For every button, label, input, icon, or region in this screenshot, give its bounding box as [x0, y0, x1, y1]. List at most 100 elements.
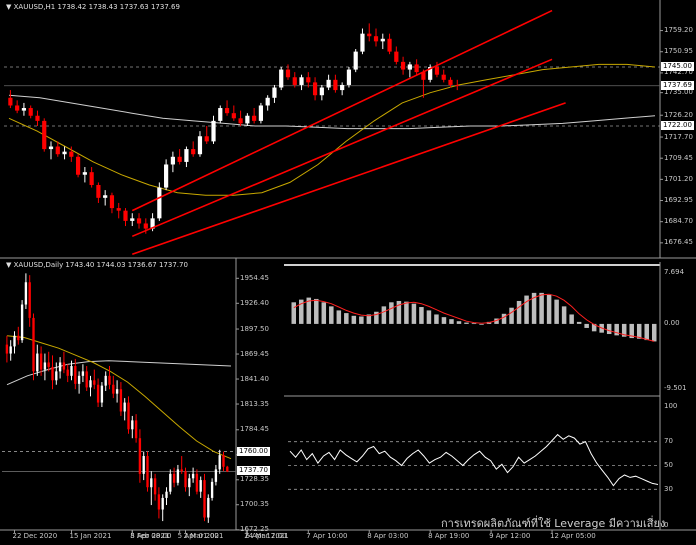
- macd-histogram-bar: [411, 303, 417, 324]
- h1-candle-body: [204, 136, 209, 142]
- h1-candle-body: [434, 67, 440, 75]
- daily-dropdown-icon[interactable]: ▼: [6, 261, 14, 269]
- h1-candle-body: [238, 118, 243, 124]
- rsi-ytick-label: 50: [664, 461, 673, 469]
- h1-candle-body: [130, 218, 135, 221]
- daily-candle-body: [146, 456, 149, 488]
- daily-candle-body: [115, 389, 119, 394]
- macd-histogram-bar: [344, 313, 349, 324]
- macd-histogram-bar: [569, 314, 574, 324]
- daily-candle-body: [77, 375, 81, 384]
- daily-candle-body: [142, 456, 145, 474]
- daily-candle-body: [108, 375, 111, 385]
- daily-candle-body: [51, 366, 54, 381]
- h1-candle-body: [103, 195, 108, 198]
- h1-candle-body: [272, 87, 277, 98]
- macd-histogram-bar: [651, 323, 657, 342]
- h1-xtick-label: 7 Apr 10:00: [306, 532, 348, 540]
- macd-histogram-bar: [471, 323, 477, 325]
- h1-candle-body: [258, 105, 264, 121]
- h1-candle-body: [15, 105, 20, 111]
- h1-ytick-label: 1759.20: [664, 26, 693, 35]
- daily-candle-body: [5, 344, 9, 354]
- h1-xtick-label: 9 Apr 12:00: [489, 532, 531, 540]
- daily-candle-body: [70, 366, 73, 376]
- daily-candle-body: [176, 469, 180, 483]
- h1-ytick-label: 1750.95: [664, 47, 693, 56]
- h1-ytick-label: 1701.20: [664, 174, 693, 183]
- h1-candle-body: [143, 223, 148, 229]
- daily-candle-body: [28, 282, 31, 318]
- daily-candle-body: [17, 335, 20, 341]
- macd-ytick-label: 0.00: [664, 319, 680, 328]
- macd-histogram-bar: [606, 323, 612, 335]
- macd-histogram-bar: [359, 316, 364, 324]
- h1-candle-body: [346, 69, 352, 85]
- daily-ytick-label: 1869.45: [240, 349, 269, 358]
- daily-xtick-label: 2 Mar 2021: [183, 532, 224, 540]
- h1-candle-body: [387, 38, 392, 52]
- daily-candle-body: [36, 353, 39, 372]
- h1-ytick-label: 1692.95: [664, 196, 693, 205]
- h1-candle-body: [35, 115, 40, 121]
- h1-candle-body: [224, 108, 230, 114]
- daily-candle-body: [81, 371, 85, 376]
- daily-candle-body: [39, 353, 43, 370]
- macd-histogram-bar: [501, 313, 507, 324]
- daily-candle-body: [9, 346, 12, 354]
- macd-histogram-bar: [426, 310, 432, 324]
- daily-candle-body: [172, 473, 176, 483]
- h1-candle-body: [62, 151, 67, 155]
- macd-histogram-bar: [449, 319, 454, 324]
- daily-candle-body: [13, 335, 16, 347]
- macd-histogram-bar: [389, 302, 394, 324]
- daily-candle-body: [150, 478, 153, 488]
- h1-candle-body: [157, 187, 162, 219]
- h1-candle-body: [75, 156, 81, 175]
- daily-candle-body: [131, 420, 134, 430]
- daily-ytick-label: 1926.40: [240, 298, 269, 307]
- h1-ytick-label: 1726.20: [664, 110, 693, 119]
- h1-dropdown-icon[interactable]: ▼: [6, 3, 14, 11]
- h1-candle-body: [380, 38, 385, 42]
- h1-candle-body: [299, 77, 304, 85]
- macd-histogram-bar: [456, 321, 462, 324]
- h1-candle-body: [279, 69, 284, 88]
- h1-candle-body: [400, 61, 406, 70]
- h1-candle-body: [319, 87, 324, 96]
- daily-candle-body: [134, 420, 138, 439]
- macd-histogram-bar: [584, 323, 589, 328]
- macd-histogram-bar: [336, 310, 342, 324]
- daily-candle-body: [210, 481, 214, 498]
- daily-candle-body: [85, 371, 88, 388]
- h1-xtick-label: 8 Apr 19:00: [428, 532, 470, 540]
- h1-candle-body: [21, 108, 27, 111]
- h1-candle-body: [292, 77, 297, 85]
- daily-candle-body: [180, 469, 183, 472]
- macd-histogram-bar: [561, 306, 567, 324]
- h1-candle-body: [252, 115, 257, 121]
- h1-candle-body: [455, 84, 460, 86]
- daily-candle-body: [96, 384, 100, 403]
- daily-candle-body: [203, 480, 206, 518]
- macd-histogram-bar: [381, 306, 387, 324]
- daily-candle-body: [112, 384, 115, 394]
- h1-candle-body: [218, 108, 223, 121]
- daily-candle-body: [47, 362, 50, 367]
- daily-candle-body: [184, 471, 187, 488]
- h1-candle-body: [42, 120, 47, 150]
- daily-candle-body: [32, 317, 35, 372]
- daily-candle-body: [153, 478, 157, 495]
- macd-histogram-bar: [321, 302, 327, 324]
- daily-candle-body: [55, 371, 58, 381]
- h1-candle-body: [333, 79, 338, 91]
- h1-ma-slow: [8, 94, 656, 130]
- daily-candle-body: [165, 491, 168, 498]
- rsi-ytick-label: 100: [664, 401, 678, 410]
- h1-candle-body: [326, 79, 331, 88]
- macd-histogram-bar: [636, 323, 642, 339]
- h1-ytick-label: 1717.70: [664, 132, 693, 141]
- rsi-line: [289, 433, 659, 487]
- daily-ytick-label: 1700.35: [240, 500, 269, 509]
- h1-candle-body: [170, 156, 175, 165]
